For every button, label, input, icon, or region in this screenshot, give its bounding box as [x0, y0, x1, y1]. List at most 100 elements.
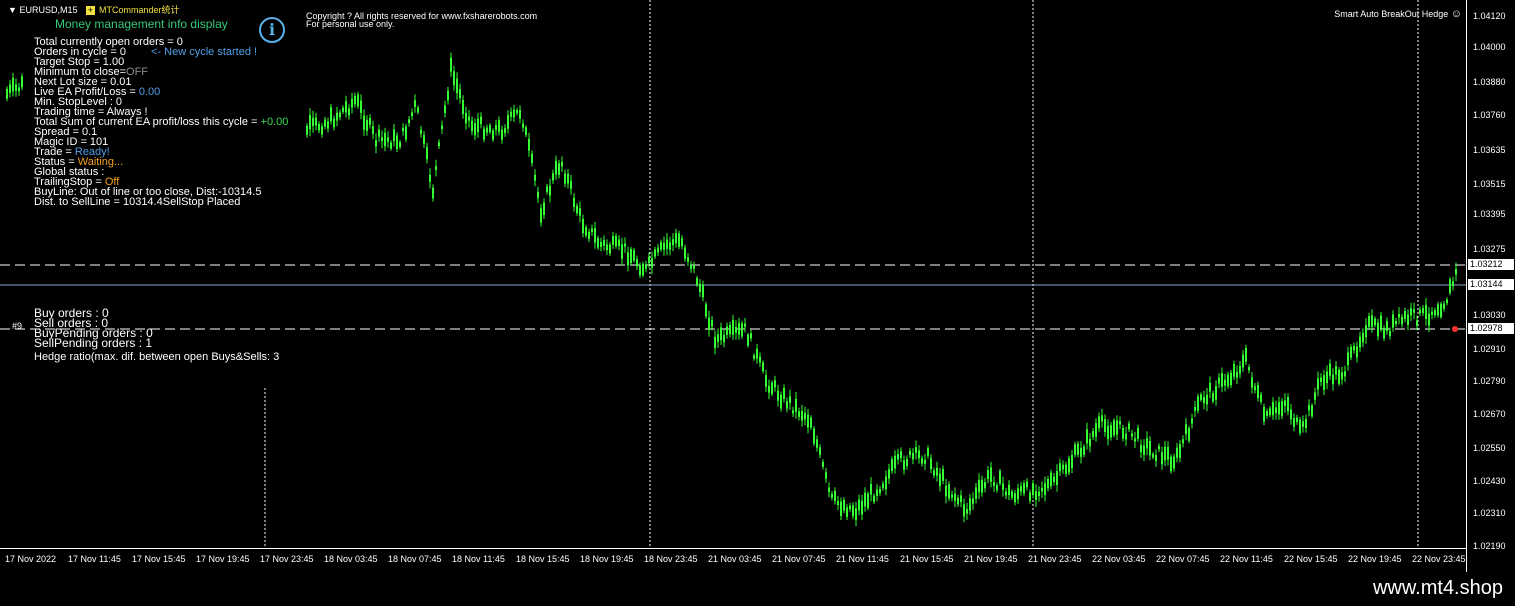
candle-body [1422, 308, 1424, 314]
candle-body [1230, 372, 1232, 385]
candle-body [1278, 402, 1280, 415]
candle-body [726, 326, 728, 335]
candle-body [792, 410, 794, 414]
candle-body [822, 461, 824, 467]
candle-body [978, 480, 980, 493]
candle-body [645, 264, 647, 269]
candle-body [399, 142, 401, 148]
candle-body [936, 467, 938, 476]
candle-body [390, 142, 392, 149]
candle-body [492, 130, 494, 140]
candle-body [711, 319, 713, 327]
price-tick-label: 1.02790 [1473, 376, 1506, 386]
candle-body [789, 396, 791, 403]
candle-body [759, 356, 761, 363]
candle-body [957, 497, 959, 505]
candle-body [1158, 446, 1160, 450]
candle-body [351, 99, 353, 108]
candlestick-chart[interactable] [0, 0, 1466, 548]
candle-body [336, 112, 338, 121]
price-level-box: 1.03212 [1468, 259, 1514, 270]
candle-body [1257, 385, 1259, 399]
chart-menu-icon[interactable]: ▼ [8, 5, 17, 16]
candle-body [687, 257, 689, 262]
candle-body [1044, 483, 1046, 495]
candle-body [474, 123, 476, 136]
candle-body [1362, 332, 1364, 343]
candle-body [1047, 479, 1049, 489]
candle-body [1140, 445, 1142, 453]
candle-body [1062, 464, 1064, 470]
candle-body [1251, 377, 1253, 388]
candle-body [1032, 483, 1034, 495]
candle-body [774, 380, 776, 388]
sell-pending-count: SellPending orders : 1 [34, 336, 153, 350]
candle-body [1056, 471, 1058, 485]
candle-body [621, 244, 623, 259]
candle-body [678, 233, 680, 247]
candle-body [795, 398, 797, 412]
candle-body [1209, 382, 1211, 392]
candle-body [315, 117, 317, 126]
candle-body [1338, 369, 1340, 384]
candle-body [612, 236, 614, 245]
candle-body [1383, 328, 1385, 339]
candle-body [1266, 411, 1268, 416]
candle-body [1404, 311, 1406, 319]
candle-body [1368, 316, 1370, 327]
order-ticket-label[interactable]: #9 [12, 321, 22, 331]
candle-body [1218, 377, 1220, 384]
candle-body [1236, 372, 1238, 378]
candle-body [1227, 374, 1229, 387]
candle-body [402, 127, 404, 132]
candle-body [675, 233, 677, 244]
candle-body [411, 112, 413, 117]
candle-body [1077, 443, 1079, 455]
candle-body [849, 505, 851, 510]
candle-body [582, 219, 584, 234]
watermark: www.mt4.shop [1372, 577, 1503, 599]
candle-body [21, 76, 23, 88]
candle-body [609, 244, 611, 254]
candle-body [1398, 314, 1400, 318]
candle-body [507, 115, 509, 129]
candle-body [1191, 418, 1193, 424]
candle-body [1107, 425, 1109, 440]
price-axis[interactable]: 1.04120 1.04000 1.03880 1.03760 1.03635 1.035… [1466, 0, 1515, 572]
candle-body [1407, 314, 1409, 325]
time-tick-label: 18 Nov 03:45 [324, 554, 378, 564]
candle-body [1374, 318, 1376, 326]
candle-body [1431, 311, 1433, 315]
candle-body [1119, 421, 1121, 425]
candle-body [732, 320, 734, 335]
time-tick-label: 18 Nov 15:45 [516, 554, 570, 564]
panel-line-label: Dist. to SellLine = 10314.4 [34, 196, 163, 208]
chart-area[interactable]: ▼ EURUSD,M15 + MTCommander统计 Money manage… [0, 0, 1466, 548]
time-axis[interactable]: 17 Nov 2022 17 Nov 11:45 17 Nov 15:45 17 No… [0, 548, 1466, 573]
plus-icon: + [86, 5, 95, 15]
candle-body [1167, 447, 1169, 460]
candle-body [381, 137, 383, 142]
candle-body [432, 187, 434, 199]
candle-body [1152, 454, 1154, 458]
info-icon[interactable]: i [259, 17, 285, 43]
candle-body [363, 115, 365, 130]
candle-body [1428, 313, 1430, 326]
candle-body [495, 125, 497, 131]
panel-line-value: +0.00 [260, 116, 289, 128]
candle-body [483, 128, 485, 140]
candle-body [384, 132, 386, 147]
candle-body [720, 327, 722, 340]
candle-body [819, 447, 821, 455]
candle-body [1308, 405, 1310, 411]
candle-body [588, 231, 590, 239]
candle-body [333, 118, 335, 128]
candle-body [651, 258, 653, 268]
candle-body [1365, 325, 1367, 337]
time-tick-label: 17 Nov 23:45 [260, 554, 314, 564]
candle-body [1146, 438, 1148, 449]
candle-body [1113, 420, 1115, 436]
candle-body [1443, 303, 1445, 309]
chart-symbol[interactable]: ▼ EURUSD,M15 [0, 5, 77, 16]
price-tick-label: 1.03760 [1473, 110, 1506, 120]
